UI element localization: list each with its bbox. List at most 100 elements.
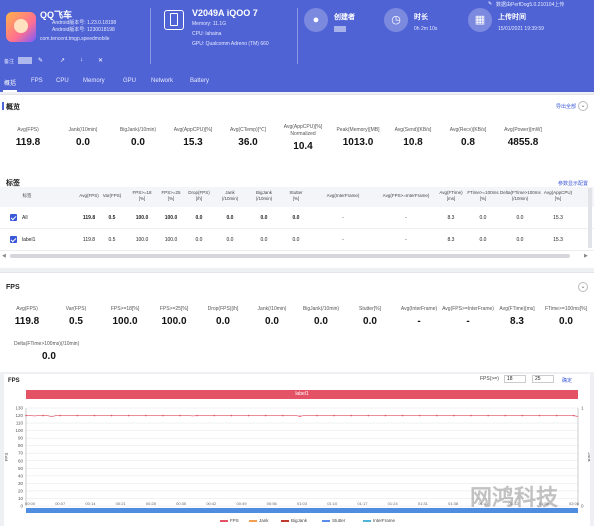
- table-cell: 0.5: [108, 237, 116, 243]
- edit-icon[interactable]: ✎: [488, 1, 492, 7]
- delete-icon[interactable]: ✕: [98, 57, 103, 64]
- table-column-header[interactable]: BigJank (/10min): [248, 190, 280, 202]
- fps-point: [179, 414, 181, 417]
- tab-overview[interactable]: 概括: [4, 78, 16, 87]
- metric-value: 119.8: [14, 316, 40, 327]
- table-column-header[interactable]: Avg(FPS>=InterFrame): [378, 193, 434, 199]
- overview-metric: Avg(Power)[mW] 4855.8: [496, 127, 550, 148]
- tab-network[interactable]: Network: [151, 78, 173, 84]
- tab-gpu[interactable]: GPU: [123, 78, 136, 84]
- tab-memory[interactable]: Memory: [83, 78, 105, 84]
- table-cell: 0.0: [226, 237, 234, 243]
- table-column-header[interactable]: Avg(FPS): [76, 193, 102, 199]
- table-column-header[interactable]: FPS>=18 [%]: [128, 190, 156, 202]
- overview-title: 概览: [6, 104, 20, 111]
- column-config-link[interactable]: 参数显示配置: [558, 180, 588, 187]
- fps-point: [521, 414, 524, 417]
- table-cell: -: [405, 215, 407, 221]
- table-column-header[interactable]: 标签: [12, 193, 42, 199]
- metric-value: 0.0: [265, 316, 279, 327]
- table-cell: -: [405, 237, 407, 243]
- metric-label: BigJank(/10min): [302, 306, 340, 312]
- collapse-icon[interactable]: ⌄: [578, 282, 588, 292]
- tab-cpu[interactable]: CPU: [56, 78, 69, 84]
- metric-value: 10.8: [403, 137, 423, 148]
- metric-label: Peak(Memory)[MB]: [336, 127, 380, 133]
- device-name: V2049A iQOO 7: [192, 8, 258, 18]
- fps-point: [213, 414, 216, 417]
- fps-metric: BigJank(/10min) 0.0: [294, 306, 348, 327]
- x-tick-label: 01:03: [297, 501, 308, 506]
- scroll-right-icon[interactable]: ▶: [584, 253, 588, 259]
- table-row[interactable]: All 119.8 0.5 100.0 100.0 0.0 0.0 0.0 0.0 - - 8.3 0.…: [0, 207, 594, 229]
- metric-label: Avg(AppCPU)[%]: [173, 127, 213, 133]
- fps-point: [470, 414, 472, 417]
- table-column-header[interactable]: Drop(FPS) [/h]: [185, 190, 213, 202]
- tab-fps[interactable]: FPS: [31, 78, 43, 84]
- collapse-icon[interactable]: ⌄: [578, 101, 588, 111]
- fps-point: [42, 414, 44, 417]
- scroll-left-icon[interactable]: ◀: [2, 253, 6, 259]
- legend-label: Stutter: [332, 518, 346, 523]
- clock-icon: ◷: [384, 8, 408, 32]
- table-cell: 119.8: [82, 237, 96, 243]
- legend-item[interactable]: FPS: [220, 518, 239, 523]
- table-column-header[interactable]: Jank (/10min): [215, 190, 245, 202]
- tab-battery[interactable]: Battery: [190, 78, 209, 84]
- legend-swatch: [363, 520, 371, 522]
- legend-item[interactable]: Jank: [249, 518, 269, 523]
- table-cell: 119.8: [82, 215, 96, 221]
- fps-point: [384, 414, 387, 417]
- share-icon[interactable]: ↗: [60, 57, 65, 64]
- export-all-link[interactable]: 导出全部: [556, 103, 576, 110]
- fps-point: [162, 414, 164, 417]
- table-column-header[interactable]: FPS>=25 [%]: [157, 190, 185, 202]
- fps-metric: Avg(FTime)[ms] 8.3: [490, 306, 544, 327]
- x-tick-label: 01:17: [357, 501, 368, 506]
- legend-swatch: [249, 520, 257, 522]
- table-column-header[interactable]: Avg(FTime) [ms]: [436, 190, 466, 202]
- table-column-header[interactable]: FTime>=100ms [%]: [466, 190, 500, 202]
- row-checkbox[interactable]: [10, 214, 17, 221]
- device-cpu: CPU: lahaina: [192, 31, 222, 37]
- x-tick-label: 01:38: [448, 501, 459, 506]
- metric-label: Drop(FPS)[/h]: [207, 306, 239, 312]
- metric-value: 0.5: [69, 316, 83, 327]
- metric-label: Jank(/10min): [68, 127, 98, 133]
- fps-point: [230, 414, 233, 417]
- x-tick-label: 01:31: [418, 501, 429, 506]
- table-cell: 100.0: [164, 215, 178, 221]
- app-icon: [6, 12, 36, 42]
- table-column-header[interactable]: Avg(InterFrame): [318, 193, 368, 199]
- y-tick-label: 0: [20, 504, 23, 509]
- legend-item[interactable]: BigJank: [281, 518, 307, 523]
- table-cell: 8.3: [447, 215, 455, 221]
- y2-axis-label: Jank: [587, 452, 590, 462]
- metric-label: Avg(Recv)[KB/s]: [449, 127, 487, 133]
- note-label: 备注: [4, 59, 15, 65]
- row-checkbox[interactable]: [10, 236, 17, 243]
- edit-icon[interactable]: ✎: [38, 57, 43, 64]
- upload-label: 上传时间: [498, 14, 526, 21]
- table-column-header[interactable]: Delta(FTime>100ms (/10min): [500, 190, 541, 202]
- legend-item[interactable]: InterFrame: [363, 518, 395, 523]
- table-column-header[interactable]: Avg(AppCPU) [%]: [538, 190, 578, 202]
- x-tick-label: 00:35: [176, 501, 187, 506]
- vertical-scrollbar[interactable]: [588, 188, 592, 248]
- fps-metric: FPS>=25[%] 100.0: [147, 306, 201, 327]
- download-icon[interactable]: ↓: [80, 57, 83, 63]
- metric-value: 0.0: [559, 316, 573, 327]
- table-column-header[interactable]: Var(FPS): [100, 193, 124, 199]
- upload-source-text: 数据由PerfDog5.0.210104上传: [496, 2, 565, 8]
- legend-label: Jank: [259, 518, 269, 523]
- table-column-header[interactable]: Stutter [%]: [282, 190, 310, 202]
- note-input[interactable]: [18, 57, 32, 64]
- metric-value: 0.0: [131, 137, 145, 148]
- fps-point: [145, 414, 147, 417]
- y-tick-label: 30: [18, 481, 24, 486]
- table-row[interactable]: label1 119.8 0.5 100.0 100.0 0.0 0.0 0.0 0.0 - - 8.…: [0, 229, 594, 251]
- horizontal-scrollbar[interactable]: [10, 254, 570, 258]
- metric-value: 0.0: [363, 316, 377, 327]
- overview-metric: Avg(AppCPU)[%] 15.3: [166, 127, 220, 148]
- legend-item[interactable]: Stutter: [322, 518, 345, 523]
